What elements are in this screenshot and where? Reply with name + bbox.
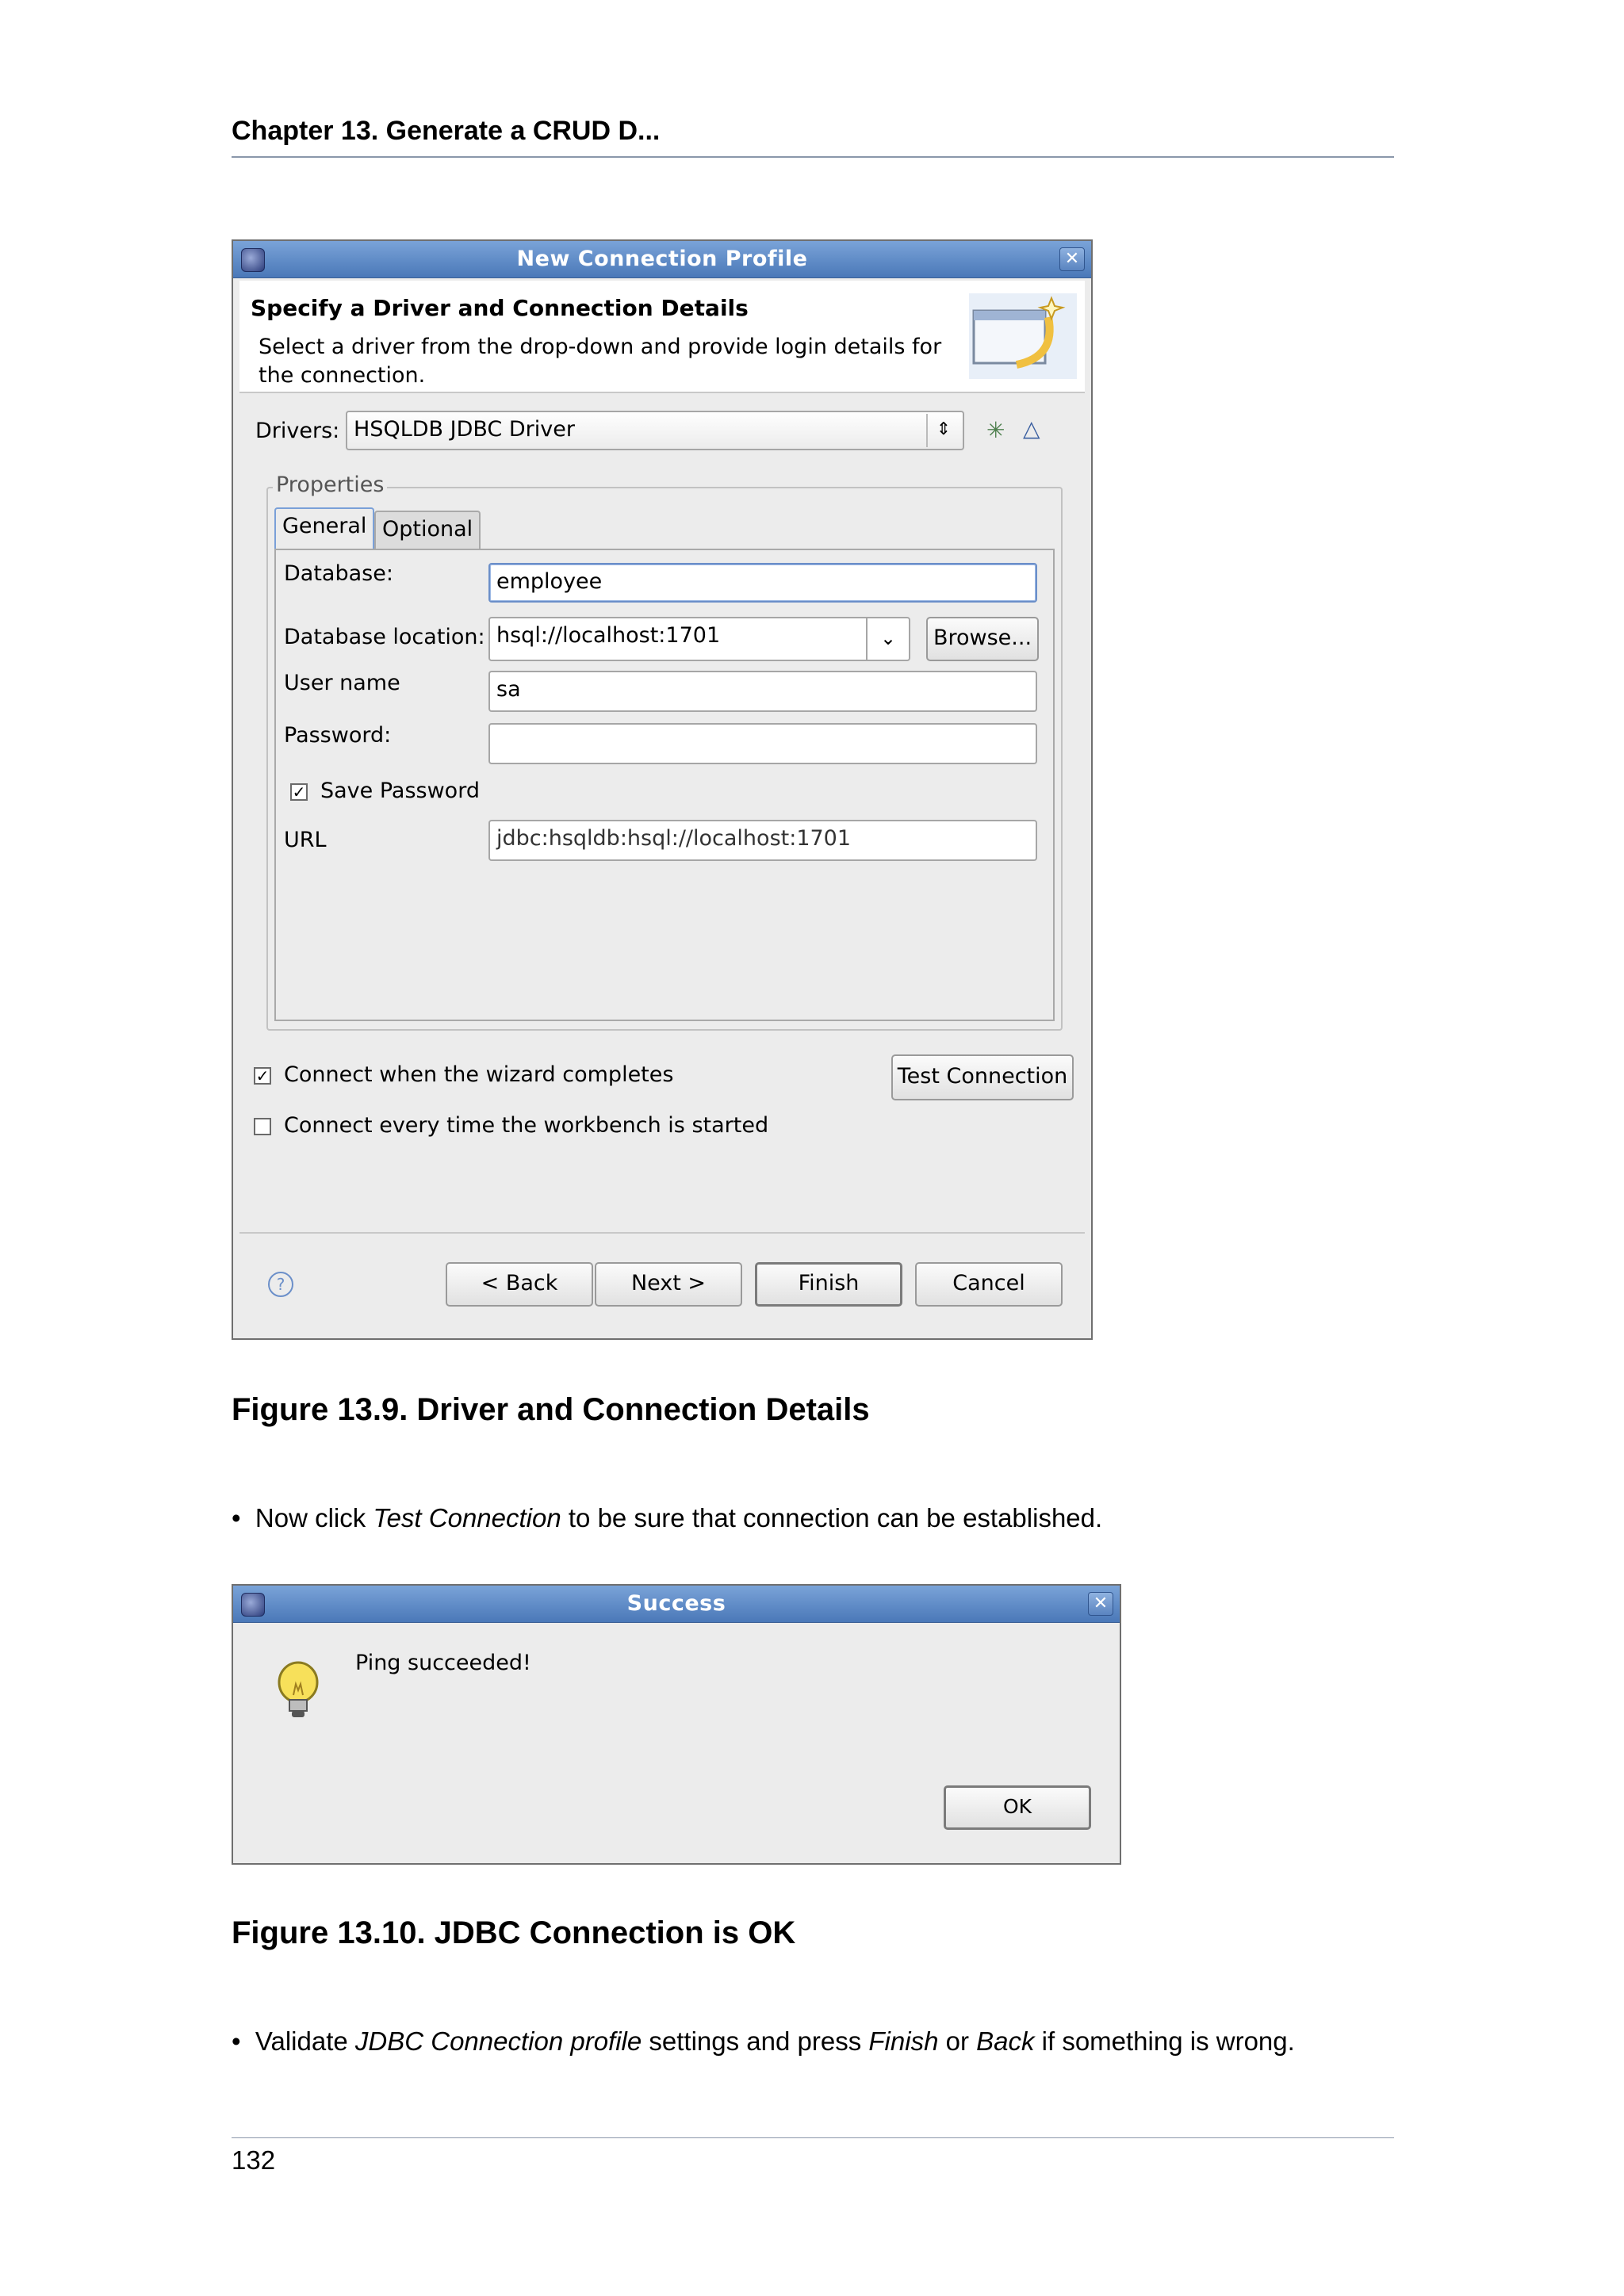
url-field[interactable]: jdbc:hsqldb:hsql://localhost:1701: [488, 820, 1037, 861]
bullet2-emphasis-back: Back: [976, 2026, 1035, 2056]
tab-general-label: General: [282, 514, 367, 538]
database-location-value: hsql://localhost:1701: [496, 623, 721, 648]
tab-optional-label: Optional: [382, 517, 473, 541]
bullet-marker: •: [232, 2026, 241, 2056]
cancel-button[interactable]: Cancel: [915, 1262, 1063, 1307]
bullet1-text-post: to be sure that connection can be establ…: [561, 1503, 1103, 1533]
tab-general[interactable]: General: [274, 507, 375, 552]
drivers-select-value: HSQLDB JDBC Driver: [354, 417, 575, 442]
ok-button[interactable]: OK: [944, 1785, 1091, 1830]
bullet2-text-1: Validate: [255, 2026, 355, 2056]
help-icon[interactable]: ?: [268, 1272, 293, 1297]
bullet2-emphasis-profile: JDBC Connection profile: [354, 2026, 642, 2056]
dialog-titlebar: New Connection Profile ✕: [233, 241, 1091, 278]
chapter-header: Chapter 13. Generate a CRUD D...: [232, 116, 661, 146]
bullet-marker: •: [232, 1503, 241, 1533]
password-input[interactable]: [488, 723, 1037, 764]
wizard-heading: Specify a Driver and Connection Details: [251, 295, 749, 321]
success-title: Success: [626, 1591, 726, 1616]
bullet2-text-2: settings and press: [642, 2026, 869, 2056]
url-label: URL: [284, 828, 327, 852]
wizard-description-line2: the connection.: [259, 363, 426, 388]
close-icon: ✕: [1093, 1594, 1109, 1613]
success-titlebar: Success ✕: [233, 1586, 1120, 1623]
figure-caption-13-10: Figure 13.10. JDBC Connection is OK: [232, 1915, 796, 1950]
tab-optional[interactable]: Optional: [374, 511, 481, 550]
lightbulb-icon: [278, 1661, 319, 1717]
figure-caption-13-9: Figure 13.9. Driver and Connection Detai…: [232, 1392, 870, 1427]
bullet1-text-pre: Now click: [255, 1503, 373, 1533]
save-password-checkbox[interactable]: ✓: [290, 783, 308, 801]
header-rule: [232, 156, 1394, 158]
database-location-combo[interactable]: hsql://localhost:1701 ⌄: [488, 617, 910, 661]
close-icon: ✕: [1064, 249, 1080, 269]
wizard-description-line1: Select a driver from the drop-down and p…: [259, 335, 942, 359]
save-password-label: Save Password: [320, 779, 480, 803]
drivers-label: Drivers:: [255, 419, 340, 443]
bullet-test-connection: • Now click Test Connection to be sure t…: [232, 1503, 1102, 1533]
success-close-button[interactable]: ✕: [1088, 1592, 1113, 1616]
connect-every-label: Connect every time the workbench is star…: [284, 1113, 769, 1138]
footer-rule: [232, 2137, 1394, 2138]
browse-button[interactable]: Browse...: [926, 617, 1039, 661]
wizard-banner-icon: [969, 293, 1077, 379]
bullet-validate: • Validate JDBC Connection profile setti…: [232, 2026, 1295, 2057]
password-label: Password:: [284, 723, 392, 748]
properties-label: Properties: [273, 473, 388, 497]
finish-button[interactable]: Finish: [755, 1262, 902, 1307]
edit-driver-icon[interactable]: △: [1023, 415, 1040, 442]
new-driver-icon[interactable]: ✳: [986, 417, 1005, 443]
user-name-label: User name: [284, 671, 400, 695]
test-connection-button[interactable]: Test Connection: [891, 1054, 1074, 1100]
user-name-input[interactable]: sa: [488, 671, 1037, 712]
button-bar-separator: [239, 1232, 1085, 1234]
dialog-title: New Connection Profile: [516, 247, 808, 271]
close-button[interactable]: ✕: [1059, 247, 1085, 271]
back-button[interactable]: < Back: [446, 1262, 593, 1307]
database-input[interactable]: employee: [488, 563, 1037, 603]
page-number: 132: [232, 2145, 276, 2175]
updown-icon: ⇕: [926, 414, 959, 447]
bullet1-emphasis: Test Connection: [373, 1503, 561, 1533]
database-label: Database:: [284, 561, 393, 586]
bullet2-text-4: if something is wrong.: [1034, 2026, 1295, 2056]
drivers-select[interactable]: HSQLDB JDBC Driver ⇕: [346, 411, 964, 450]
bullet2-text-3: or: [938, 2026, 977, 2056]
connect-every-checkbox[interactable]: [254, 1118, 271, 1135]
chevron-down-icon[interactable]: ⌄: [866, 618, 909, 660]
new-connection-profile-dialog: New Connection Profile ✕ Specify a Drive…: [232, 239, 1093, 1340]
success-dialog: Success ✕ Ping succeeded! OK: [232, 1584, 1121, 1865]
next-button[interactable]: Next >: [595, 1262, 742, 1307]
wizard-banner: Specify a Driver and Connection Details …: [239, 281, 1085, 393]
success-message: Ping succeeded!: [355, 1651, 531, 1675]
connect-wizard-checkbox[interactable]: ✓: [254, 1067, 271, 1085]
database-location-label: Database location:: [284, 625, 485, 649]
bullet2-emphasis-finish: Finish: [868, 2026, 939, 2056]
connect-wizard-label: Connect when the wizard completes: [284, 1062, 674, 1087]
